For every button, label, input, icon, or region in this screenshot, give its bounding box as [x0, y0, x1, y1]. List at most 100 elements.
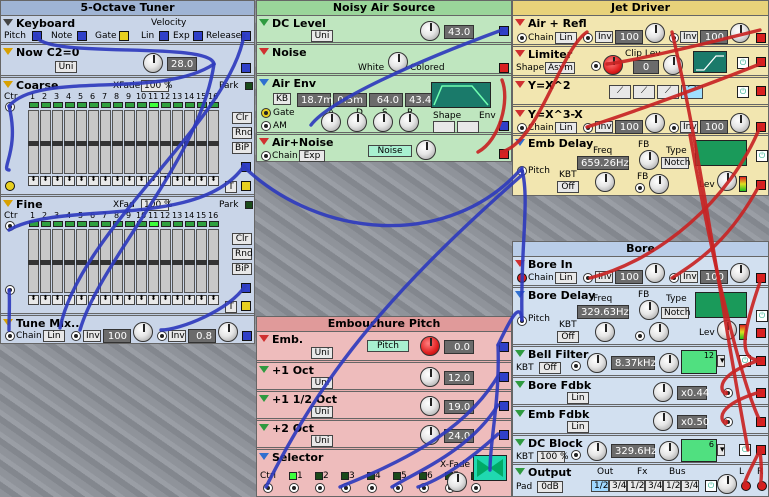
- slope-dropdown[interactable]: ▾: [717, 444, 725, 456]
- kbt-pct-button[interactable]: 100 %: [537, 451, 569, 463]
- attack-knob[interactable]: [321, 112, 341, 132]
- step-stepper[interactable]: ⬍: [148, 295, 159, 305]
- step-stepper[interactable]: ⬍: [52, 176, 63, 186]
- input-jack[interactable]: [723, 388, 733, 398]
- chain-input-jack[interactable]: [5, 331, 15, 341]
- y-x3-output-jack[interactable]: [756, 122, 766, 132]
- step-slider[interactable]: [172, 110, 183, 174]
- uni-button[interactable]: Uni: [311, 347, 333, 359]
- power-icon[interactable]: ⏻: [756, 150, 768, 162]
- oct2-output-jack[interactable]: [499, 430, 509, 440]
- fb-mod-knob[interactable]: [649, 174, 669, 194]
- dc-level-value[interactable]: 43.0: [444, 25, 474, 39]
- offset-value[interactable]: 24.0: [444, 429, 474, 443]
- step-slider[interactable]: [160, 229, 171, 293]
- step-stepper[interactable]: ⬍: [76, 176, 87, 186]
- step-stepper[interactable]: ⬍: [112, 176, 123, 186]
- tune-mix-output-jack[interactable]: [242, 331, 252, 341]
- step-stepper[interactable]: ⬍: [184, 295, 195, 305]
- collapse-icon[interactable]: [259, 19, 269, 26]
- selector-input-jack[interactable]: [471, 483, 481, 493]
- clip-knob[interactable]: [663, 55, 683, 75]
- level1-value[interactable]: 100: [615, 120, 643, 134]
- release-output-jack[interactable]: [241, 31, 251, 41]
- level2-knob[interactable]: [730, 113, 750, 133]
- step-slider[interactable]: [184, 110, 195, 174]
- noise-amount-knob[interactable]: [416, 140, 436, 160]
- fb-knob[interactable]: [639, 300, 659, 320]
- freq-knob[interactable]: [595, 172, 615, 192]
- kb-button[interactable]: KB: [273, 93, 291, 105]
- ctrl-input-jack[interactable]: [263, 483, 273, 493]
- noise-color-knob[interactable]: [388, 52, 408, 72]
- step-stepper[interactable]: ⬍: [52, 295, 63, 305]
- slider-handle[interactable]: [40, 141, 51, 146]
- out-34-button[interactable]: 3/4: [609, 480, 627, 492]
- input-jack[interactable]: [723, 417, 733, 427]
- step-slider[interactable]: [52, 110, 63, 174]
- power-icon[interactable]: ⏻: [737, 86, 749, 98]
- slider-handle[interactable]: [112, 141, 123, 146]
- bus-34-button[interactable]: 3/4: [681, 480, 699, 492]
- slider-handle[interactable]: [172, 141, 183, 146]
- gain-knob[interactable]: [653, 382, 673, 402]
- emb-delay-output-jack[interactable]: [756, 180, 766, 190]
- emb-pitch-value[interactable]: 0.0: [444, 340, 474, 354]
- limiter-output-jack[interactable]: [756, 57, 766, 67]
- step-slider[interactable]: [112, 229, 123, 293]
- xfade-value[interactable]: 100 %: [141, 199, 173, 211]
- bore-in-output-jack[interactable]: [756, 273, 766, 283]
- step-stepper[interactable]: ⬍: [148, 176, 159, 186]
- now-output-jack[interactable]: [241, 63, 251, 73]
- notch-button[interactable]: Notch: [661, 157, 690, 169]
- fb-mod-input-jack[interactable]: [635, 183, 645, 193]
- input1-jack[interactable]: [71, 331, 81, 341]
- ctr-input-jack[interactable]: [5, 102, 15, 112]
- step-stepper[interactable]: ⬍: [160, 295, 171, 305]
- step-slider[interactable]: [208, 110, 219, 174]
- collapse-icon[interactable]: [515, 410, 525, 417]
- freq-mod-input-jack[interactable]: [571, 450, 581, 460]
- uni-button[interactable]: Uni: [311, 435, 333, 447]
- out-12-button[interactable]: 1/2: [591, 480, 609, 492]
- selector-input-jack[interactable]: [419, 483, 429, 493]
- oct15-output-jack[interactable]: [499, 401, 509, 411]
- emb-output-jack[interactable]: [499, 342, 509, 352]
- level2-knob[interactable]: [730, 23, 750, 43]
- collapse-icon[interactable]: [515, 260, 525, 267]
- step-slider[interactable]: [148, 110, 159, 174]
- step-slider[interactable]: [52, 229, 63, 293]
- noise-output-jack[interactable]: [499, 63, 509, 73]
- step-slider[interactable]: [76, 229, 87, 293]
- lev-knob[interactable]: [717, 320, 737, 340]
- offset-knob[interactable]: [420, 396, 440, 416]
- collapse-icon[interactable]: [515, 139, 525, 146]
- step-stepper[interactable]: ⬍: [100, 295, 111, 305]
- offset-knob[interactable]: [420, 367, 440, 387]
- collapse-icon[interactable]: [515, 81, 525, 88]
- clip-level-value[interactable]: 0: [633, 60, 659, 74]
- collapse-icon[interactable]: [515, 110, 525, 117]
- coarse-output-jack[interactable]: [241, 162, 251, 172]
- shape-button-1[interactable]: [433, 121, 455, 133]
- kbt-off-button[interactable]: Off: [539, 362, 561, 374]
- chain-input-jack[interactable]: [517, 33, 527, 43]
- input2-jack[interactable]: [669, 33, 679, 43]
- input1-jack[interactable]: [583, 123, 593, 133]
- shape-button-2[interactable]: [457, 121, 479, 133]
- step-slider[interactable]: [100, 229, 111, 293]
- bus-12-button[interactable]: 1/2: [663, 480, 681, 492]
- power-icon[interactable]: ⏻: [756, 310, 768, 322]
- slider-handle[interactable]: [196, 260, 207, 265]
- bore-delay-output-jack[interactable]: [756, 328, 766, 338]
- slider-handle[interactable]: [160, 260, 171, 265]
- slider-handle[interactable]: [184, 260, 195, 265]
- power-icon[interactable]: ⏻: [737, 57, 749, 69]
- step-stepper[interactable]: ⬍: [160, 176, 171, 186]
- dc-block-output-jack[interactable]: [756, 445, 766, 455]
- lin-button[interactable]: Lin: [567, 392, 589, 404]
- curve-button-1[interactable]: ⟋: [609, 85, 631, 99]
- lev-knob[interactable]: [717, 171, 737, 191]
- output-level-knob[interactable]: [717, 474, 737, 494]
- freq-value[interactable]: 329.6Hz: [611, 444, 656, 458]
